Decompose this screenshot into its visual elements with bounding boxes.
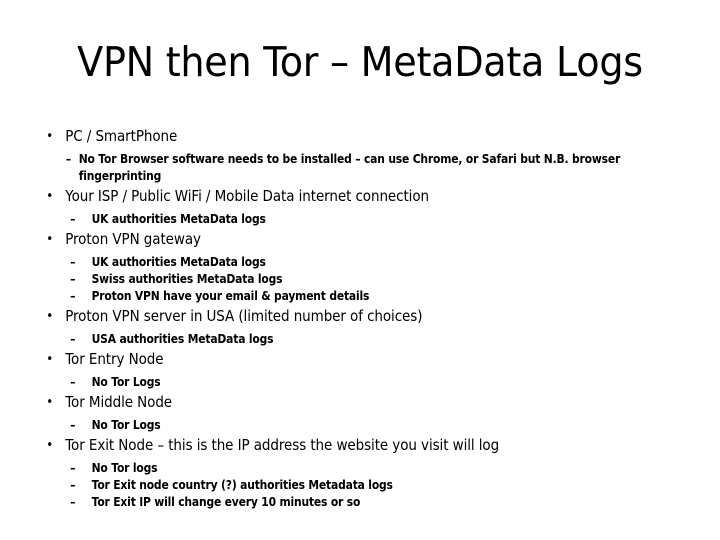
bullet-text: Tor Entry Node — [65, 350, 164, 368]
sub-bullet-item: – USA authorities MetaData logs — [40, 330, 720, 347]
sub-bullet-item: – Proton VPN have your email & payment d… — [40, 287, 720, 304]
sub-bullet-text: USA authorities MetaData logs — [91, 331, 274, 346]
bullet-item: • Tor Entry Node — [40, 349, 713, 370]
bullet-marker-icon: • — [46, 438, 54, 453]
bullet-group: • PC / SmartPhone – No Tor Browser softw… — [40, 126, 688, 184]
bullet-marker-icon: • — [46, 309, 54, 324]
bullet-text: Tor Middle Node — [65, 393, 173, 411]
sub-bullet-item: – Tor Exit node country (?) authorities … — [40, 476, 720, 493]
sub-bullet-text: No Tor logs — [91, 460, 158, 475]
bullet-marker-icon: • — [46, 395, 54, 410]
sub-bullet-text: Proton VPN have your email & payment det… — [91, 288, 370, 303]
sub-bullet-text: Swiss authorities MetaData logs — [91, 271, 283, 286]
bullet-group: • Proton VPN gateway – UK authorities Me… — [40, 229, 688, 304]
sub-bullet-item: – UK authorities MetaData logs — [40, 210, 720, 227]
sub-bullet-item: – No Tor logs — [40, 459, 720, 476]
bullet-marker-icon: • — [46, 189, 54, 204]
sub-bullet-marker-icon: – — [70, 271, 76, 286]
sub-bullet-text: No Tor Logs — [91, 374, 161, 389]
sub-bullet-text: No Tor Browser software needs to be inst… — [78, 151, 621, 166]
bullet-item: • Your ISP / Public WiFi / Mobile Data i… — [40, 186, 713, 207]
sub-bullet-item: – No Tor Browser software needs to be in… — [40, 150, 720, 184]
bullet-text: Proton VPN server in USA (limited number… — [65, 307, 423, 325]
sub-bullet-text: UK authorities MetaData logs — [91, 211, 266, 226]
sub-bullet-item: – UK authorities MetaData logs — [40, 253, 720, 270]
bullet-item: • Proton VPN gateway — [40, 229, 713, 250]
slide-title: VPN then Tor – MetaData Logs — [77, 38, 643, 86]
presentation-slide: VPN then Tor – MetaData Logs • PC / Smar… — [0, 0, 720, 540]
bullet-marker-icon: • — [46, 352, 54, 367]
sub-bullet-marker-icon: – — [70, 288, 76, 303]
sub-bullet-marker-icon: – — [70, 477, 76, 492]
sub-bullet-item: – No Tor Logs — [40, 416, 720, 433]
bullet-marker-icon: • — [46, 129, 54, 144]
bullet-group: • Tor Entry Node – No Tor Logs — [40, 349, 688, 390]
sub-bullet-marker-icon: – — [70, 417, 76, 432]
bullet-item: • Tor Middle Node — [40, 392, 713, 413]
bullet-item: • PC / SmartPhone — [40, 126, 713, 147]
bullet-group: • Your ISP / Public WiFi / Mobile Data i… — [40, 186, 688, 227]
sub-bullet-text: Tor Exit node country (?) authorities Me… — [91, 477, 393, 492]
sub-bullet-text-continuation: fingerprinting — [78, 168, 162, 183]
bullet-text: Your ISP / Public WiFi / Mobile Data int… — [65, 187, 429, 205]
bullet-group: • Proton VPN server in USA (limited numb… — [40, 306, 688, 347]
bullet-text: Proton VPN gateway — [65, 230, 201, 248]
sub-bullet-item: – Swiss authorities MetaData logs — [40, 270, 720, 287]
bullet-item: • Tor Exit Node – this is the IP address… — [40, 435, 713, 456]
bullet-group: • Tor Middle Node – No Tor Logs — [40, 392, 688, 433]
sub-bullet-marker-icon: – — [65, 151, 72, 166]
bullet-marker-icon: • — [46, 232, 54, 247]
bullet-group: • Tor Exit Node – this is the IP address… — [40, 435, 688, 510]
sub-bullet-marker-icon: – — [70, 494, 76, 509]
sub-bullet-text: Tor Exit IP will change every 10 minutes… — [91, 494, 361, 509]
sub-bullet-marker-icon: – — [70, 211, 76, 226]
sub-bullet-marker-icon: – — [70, 331, 76, 346]
sub-bullet-marker-icon: – — [70, 374, 76, 389]
sub-bullet-text: No Tor Logs — [91, 417, 161, 432]
bullet-item: • Proton VPN server in USA (limited numb… — [40, 306, 713, 327]
bullet-text: PC / SmartPhone — [65, 127, 178, 145]
sub-bullet-text: UK authorities MetaData logs — [91, 254, 266, 269]
bullet-text: Tor Exit Node – this is the IP address t… — [65, 436, 500, 454]
sub-bullet-item: – Tor Exit IP will change every 10 minut… — [40, 493, 720, 510]
sub-bullet-item: – No Tor Logs — [40, 373, 720, 390]
sub-bullet-marker-icon: – — [70, 460, 76, 475]
slide-body-content: • PC / SmartPhone – No Tor Browser softw… — [40, 126, 688, 510]
sub-bullet-marker-icon: – — [70, 254, 76, 269]
